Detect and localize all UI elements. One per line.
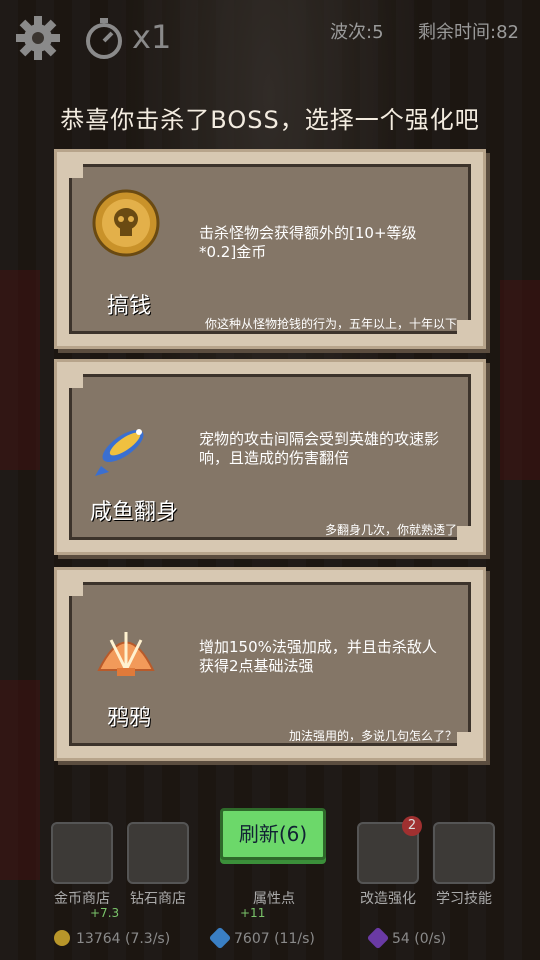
gem-amount: 54 (0/s) (392, 931, 447, 947)
clover-icon (433, 822, 495, 884)
nav-label: 学习技能 (436, 891, 492, 907)
nav-gold-shop[interactable]: 金币商店 (46, 822, 118, 908)
diamond-shop-icon (127, 822, 189, 884)
nav-learn-skill[interactable]: 学习技能 (428, 822, 500, 908)
card-title: 搞钱 (106, 294, 151, 319)
attribute-bonus: +11 (240, 906, 266, 920)
upgrade-badge: 2 (402, 816, 422, 836)
speed-label[interactable]: x1 (132, 18, 171, 56)
nav-label: 钻石商店 (130, 891, 186, 907)
skull-coin-icon (92, 189, 160, 257)
card-description: 击杀怪物会获得额外的[10+等级*0.2]金币 (199, 224, 417, 261)
gold-ingot-icon (51, 822, 113, 884)
shell-icon (97, 632, 155, 676)
fish-icon (95, 429, 144, 476)
nav-label: 改造强化 (360, 891, 416, 907)
gem-resource: 54 (0/s) (366, 926, 447, 950)
gold-amount: 13764 (7.3/s) (76, 931, 171, 947)
gold-resource: 13764 (7.3/s) (54, 930, 170, 947)
gold-coin-icon (54, 930, 70, 946)
boss-reward-title: 恭喜你击杀了BOSS，选择一个强化吧 (60, 106, 480, 134)
card-description: 增加150%法强加成，并且击杀敌人获得2点基础法强 (199, 638, 437, 675)
upgrade-card-salted-fish[interactable]: 咸鱼翻身 宠物的攻击间隔会受到英雄的攻速影响，且造成的伤害翻倍 多翻身几次，你就… (57, 362, 483, 552)
gold-bonus: +7.3 (90, 906, 120, 920)
nav-label: 金币商店 (54, 891, 110, 907)
diamond-icon (208, 926, 232, 950)
nav-diamond-shop[interactable]: 钻石商店 (122, 822, 194, 908)
card-title: 咸鱼翻身 (89, 500, 178, 525)
nav-label: 属性点 (253, 891, 295, 907)
stopwatch-icon[interactable] (82, 16, 126, 60)
card-quote: 加法强用的，多说几句怎么了？ (288, 729, 457, 743)
card-quote: 你这种从怪物抢钱的行为，五年以上，十年以下 (204, 317, 457, 331)
purple-gem-icon (366, 926, 390, 950)
diamond-resource: 7607 (11/s) (208, 926, 315, 950)
nav-upgrade[interactable]: 2 改造强化 (352, 816, 424, 908)
remaining-time: 剩余时间:82 (418, 22, 519, 43)
wave-counter: 波次:5 (330, 22, 384, 43)
card-quote: 多翻身几次，你就熟透了 (324, 523, 457, 537)
hud-bar: x1 波次:5 剩余时间:82 (0, 0, 540, 70)
card-title: 鸦鸦 (106, 706, 151, 731)
upgrade-card-money[interactable]: 搞钱 击杀怪物会获得额外的[10+等级*0.2]金币 你这种从怪物抢钱的行为，五… (57, 152, 483, 346)
gear-icon[interactable] (14, 14, 62, 62)
upgrade-card-crow[interactable]: 鸦鸦 增加150%法强加成，并且击杀敌人获得2点基础法强 加法强用的，多说几句怎… (57, 570, 483, 758)
card-description: 宠物的攻击间隔会受到英雄的攻速影响，且造成的伤害翻倍 (199, 430, 440, 467)
refresh-button[interactable]: 刷新(6) (220, 808, 326, 860)
diamond-amount: 7607 (11/s) (234, 931, 315, 947)
